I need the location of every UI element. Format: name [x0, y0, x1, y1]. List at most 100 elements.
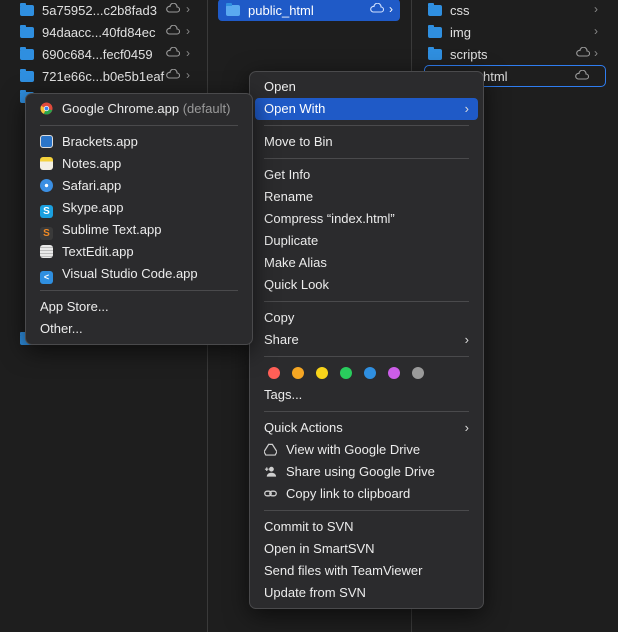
- chevron-right-icon: ›: [594, 24, 598, 38]
- cloud-icon: [166, 47, 180, 57]
- folder-name: 94daacc...40fd84ec: [42, 24, 156, 40]
- list-item[interactable]: 5a75952...c2b8fad3 ›: [20, 0, 200, 21]
- app-name: Google Chrome.app: [62, 101, 180, 116]
- folder-name: img: [450, 24, 471, 40]
- menu-item-label: Share: [264, 332, 299, 347]
- menu-item-label: View with Google Drive: [286, 442, 421, 457]
- folder-name: public_html: [248, 2, 314, 18]
- brackets-icon: [40, 135, 53, 148]
- app-name: Brackets.app: [62, 134, 138, 149]
- folder-icon: [20, 24, 34, 38]
- chevron-right-icon: ›: [186, 46, 190, 60]
- menu-item-share[interactable]: Share ›: [255, 329, 478, 351]
- app-name: Safari.app: [62, 178, 122, 193]
- menu-separator: [264, 356, 469, 357]
- menu-item-quick-actions[interactable]: Quick Actions ›: [255, 417, 478, 439]
- menu-item-brackets[interactable]: Brackets.app: [31, 131, 247, 153]
- app-name: Skype.app: [62, 200, 124, 215]
- menu-item-label: Open With: [264, 101, 326, 116]
- menu-item-compress[interactable]: Compress “index.html”: [255, 208, 478, 230]
- cloud-icon: [576, 47, 590, 57]
- list-item[interactable]: img ›: [428, 21, 608, 43]
- tag-dot-purple[interactable]: [388, 367, 400, 379]
- chevron-right-icon: ›: [389, 2, 393, 16]
- menu-item-sublime[interactable]: S Sublime Text.app: [31, 219, 247, 241]
- menu-item-skype[interactable]: S Skype.app: [31, 197, 247, 219]
- context-menu: Open Open With › Move to Bin Get Info Re…: [249, 71, 484, 609]
- menu-item-open-smartsvn[interactable]: Open in SmartSVN: [255, 538, 478, 560]
- list-item[interactable]: 721e66c...b0e5b1eaf ›: [20, 65, 200, 87]
- chevron-right-icon: ›: [186, 2, 190, 16]
- tag-dot-blue[interactable]: [364, 367, 376, 379]
- app-name: Sublime Text.app: [62, 222, 162, 237]
- list-item[interactable]: css ›: [428, 0, 608, 21]
- menu-item-notes[interactable]: Notes.app: [31, 153, 247, 175]
- menu-separator: [264, 158, 469, 159]
- list-item-selected[interactable]: public_html ›: [218, 0, 400, 21]
- cloud-icon: [166, 25, 180, 35]
- menu-item-chrome[interactable]: Google Chrome.app (default): [31, 98, 247, 120]
- menu-item-open-with[interactable]: Open With ›: [255, 98, 478, 120]
- vscode-icon: <: [40, 271, 53, 284]
- tag-color-row: [255, 362, 478, 384]
- menu-item-label: Quick Actions: [264, 420, 343, 435]
- tag-dot-orange[interactable]: [292, 367, 304, 379]
- folder-icon: [20, 2, 34, 16]
- notes-icon: [40, 157, 53, 170]
- cloud-icon: [166, 3, 180, 13]
- app-name: Visual Studio Code.app: [62, 266, 198, 281]
- menu-item-copy-link[interactable]: Copy link to clipboard: [255, 483, 478, 505]
- folder-icon: [428, 46, 442, 60]
- menu-item-make-alias[interactable]: Make Alias: [255, 252, 478, 274]
- chevron-right-icon: ›: [464, 420, 469, 435]
- tag-dot-gray[interactable]: [412, 367, 424, 379]
- menu-item-get-info[interactable]: Get Info: [255, 164, 478, 186]
- menu-item-rename[interactable]: Rename: [255, 186, 478, 208]
- menu-separator: [264, 411, 469, 412]
- menu-item-app-store[interactable]: App Store...: [31, 296, 247, 318]
- chevron-right-icon: ›: [464, 332, 469, 347]
- menu-item-send-teamviewer[interactable]: Send files with TeamViewer: [255, 560, 478, 582]
- menu-item-copy[interactable]: Copy: [255, 307, 478, 329]
- menu-item-textedit[interactable]: TextEdit.app: [31, 241, 247, 263]
- menu-item-share-google-drive[interactable]: Share using Google Drive: [255, 461, 478, 483]
- app-name: TextEdit.app: [62, 244, 134, 259]
- chrome-icon: [40, 102, 53, 115]
- menu-item-view-google-drive[interactable]: View with Google Drive: [255, 439, 478, 461]
- cloud-icon: [370, 3, 384, 13]
- menu-item-update-svn[interactable]: Update from SVN: [255, 582, 478, 604]
- menu-separator: [264, 510, 469, 511]
- tag-dot-green[interactable]: [340, 367, 352, 379]
- menu-separator: [40, 290, 238, 291]
- menu-item-duplicate[interactable]: Duplicate: [255, 230, 478, 252]
- folder-name: 5a75952...c2b8fad3: [42, 2, 157, 18]
- menu-item-commit-svn[interactable]: Commit to SVN: [255, 516, 478, 538]
- safari-icon: [40, 179, 53, 192]
- menu-item-safari[interactable]: Safari.app: [31, 175, 247, 197]
- list-item[interactable]: 94daacc...40fd84ec ›: [20, 21, 200, 43]
- tag-dot-red[interactable]: [268, 367, 280, 379]
- tag-dot-yellow[interactable]: [316, 367, 328, 379]
- open-with-submenu: Google Chrome.app (default) Brackets.app…: [25, 93, 253, 345]
- folder-name: scripts: [450, 46, 488, 62]
- sublime-icon: S: [40, 227, 53, 240]
- skype-icon: S: [40, 205, 53, 218]
- menu-item-move-to-bin[interactable]: Move to Bin: [255, 131, 478, 153]
- chevron-right-icon: ›: [186, 68, 190, 82]
- folder-name: css: [450, 2, 470, 18]
- menu-item-label: Share using Google Drive: [286, 464, 435, 479]
- menu-item-other[interactable]: Other...: [31, 318, 247, 340]
- chevron-right-icon: ›: [594, 46, 598, 60]
- menu-item-quick-look[interactable]: Quick Look: [255, 274, 478, 296]
- menu-item-tags[interactable]: Tags...: [255, 384, 478, 406]
- folder-icon: [226, 2, 240, 16]
- cloud-icon: [575, 70, 589, 80]
- list-item[interactable]: 690c684...fecf0459 ›: [20, 43, 200, 65]
- link-icon: [264, 490, 277, 497]
- google-drive-icon: [264, 443, 277, 456]
- menu-item-open[interactable]: Open: [255, 76, 478, 98]
- add-person-icon: [264, 466, 277, 477]
- menu-item-vscode[interactable]: < Visual Studio Code.app: [31, 263, 247, 285]
- list-item[interactable]: scripts ›: [428, 43, 608, 65]
- default-label: (default): [182, 101, 231, 116]
